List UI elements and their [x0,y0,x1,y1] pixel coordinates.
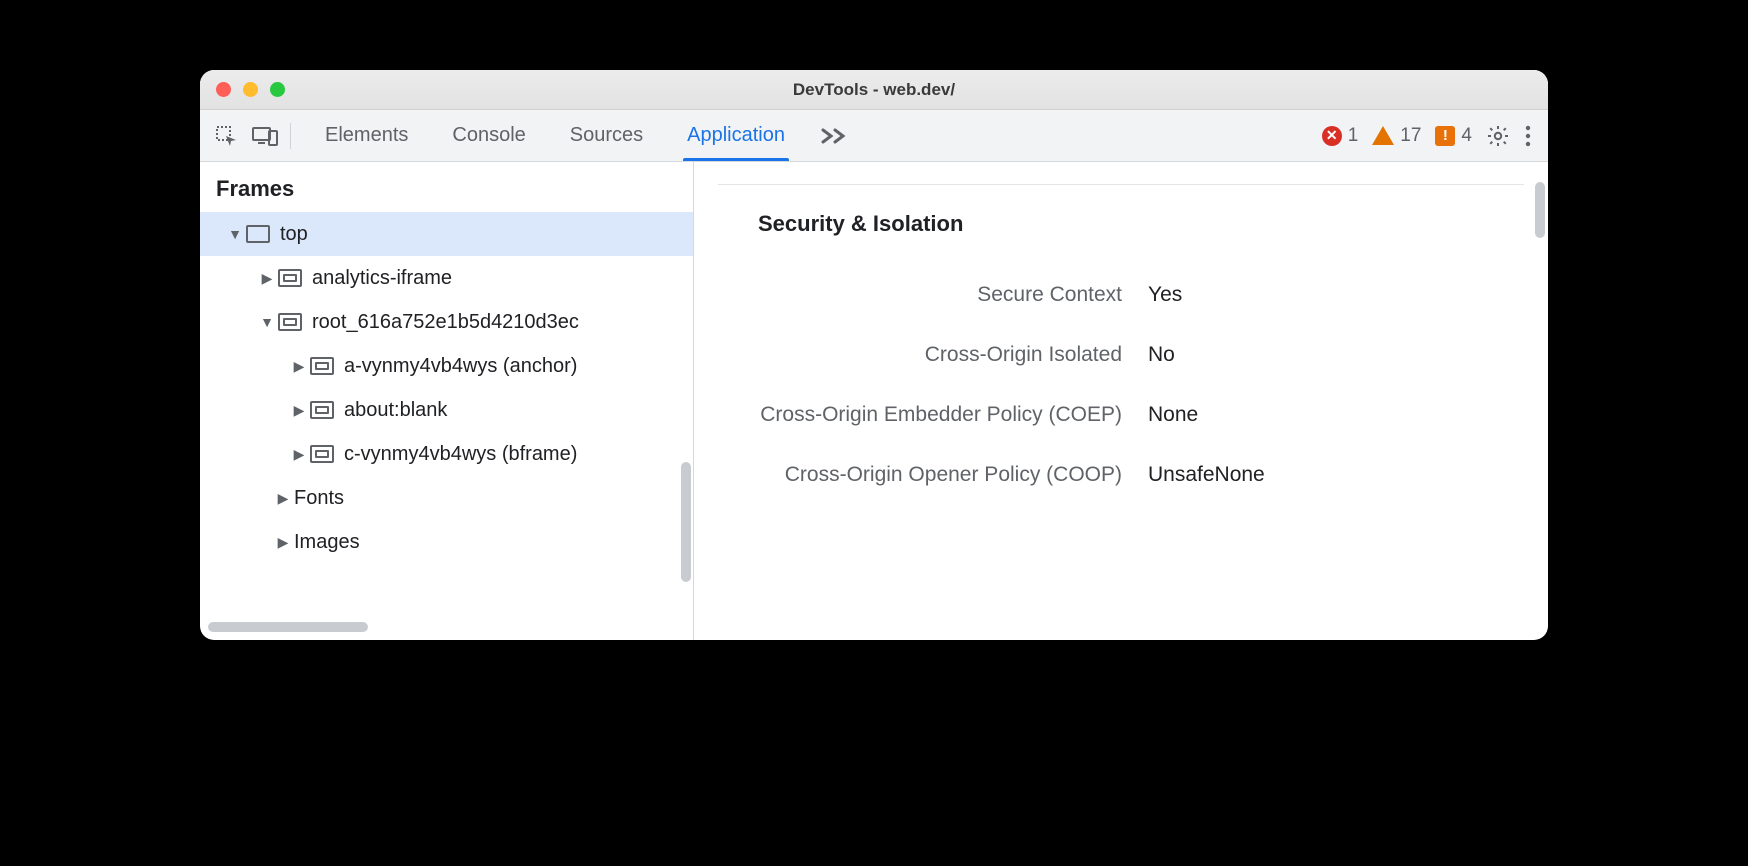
security-isolation-section: Security & Isolation Secure Context Yes … [718,184,1524,505]
frames-tree: ▼ top ▶ analytics-iframe ▼ root_616a752e… [200,212,693,618]
warning-icon [1372,126,1394,145]
detail-vertical-scrollbar[interactable] [1535,182,1545,238]
toolbar-divider [290,123,291,149]
chevron-right-icon[interactable]: ▶ [292,358,306,375]
row-value: No [1148,343,1175,367]
row-label: Secure Context [718,283,1148,307]
window-zoom-button[interactable] [270,82,285,97]
iframe-icon [310,401,334,419]
section-title: Security & Isolation [718,211,1524,237]
tree-label: a-vynmy4vb4wys (anchor) [344,355,577,378]
scrollbar-thumb[interactable] [208,622,368,632]
window-close-button[interactable] [216,82,231,97]
row-secure-context: Secure Context Yes [718,265,1524,325]
frames-sidebar: Frames ▼ top ▶ analytics-iframe ▼ root_6… [200,162,694,640]
devtools-window: DevTools - web.dev/ Elements Console [200,70,1548,640]
frame-icon [246,225,270,243]
row-label: Cross-Origin Isolated [718,343,1148,367]
chevron-right-icon[interactable]: ▶ [276,490,290,507]
detail-pane: Security & Isolation Secure Context Yes … [694,162,1548,640]
more-tabs-button[interactable] [807,110,859,161]
sidebar-horizontal-scrollbar[interactable] [208,622,685,634]
device-toggle-icon[interactable] [252,125,278,147]
iframe-icon [310,445,334,463]
iframe-icon [278,313,302,331]
tree-item-root[interactable]: ▼ root_616a752e1b5d4210d3ec [200,300,693,344]
chevron-down-icon[interactable]: ▼ [228,226,242,242]
sidebar-vertical-scrollbar[interactable] [681,462,691,582]
traffic-lights [200,82,285,97]
tree-item-fonts[interactable]: ▶ Fonts [200,476,693,520]
issues-icon: ! [1435,126,1455,146]
row-value: UnsafeNone [1148,463,1265,487]
issues-count-badge[interactable]: ! 4 [1435,125,1472,147]
chevron-right-icon[interactable]: ▶ [292,402,306,419]
chevron-right-icon[interactable]: ▶ [292,446,306,463]
iframe-icon [278,269,302,287]
main-panel: Frames ▼ top ▶ analytics-iframe ▼ root_6… [200,162,1548,640]
row-value: None [1148,403,1198,427]
row-label: Cross-Origin Opener Policy (COOP) [718,463,1148,487]
row-coep: Cross-Origin Embedder Policy (COEP) None [718,385,1524,445]
chevron-down-icon[interactable]: ▼ [260,314,274,330]
tree-item-analytics-iframe[interactable]: ▶ analytics-iframe [200,256,693,300]
row-cross-origin-isolated: Cross-Origin Isolated No [718,325,1524,385]
issues-count: 4 [1461,125,1472,147]
row-coop: Cross-Origin Opener Policy (COOP) Unsafe… [718,445,1524,505]
tree-label: about:blank [344,399,447,422]
tree-item-bframe[interactable]: ▶ c-vynmy4vb4wys (bframe) [200,432,693,476]
settings-icon[interactable] [1486,124,1510,148]
devtools-toolbar: Elements Console Sources Application ✕ 1… [200,110,1548,162]
error-count-badge[interactable]: ✕ 1 [1322,125,1359,147]
tree-label: analytics-iframe [312,267,452,290]
tree-label: top [280,223,308,246]
inspect-element-icon[interactable] [214,124,238,148]
devtools-tabs: Elements Console Sources Application [303,110,859,161]
tab-sources[interactable]: Sources [548,110,665,161]
window-title: DevTools - web.dev/ [200,80,1548,100]
tree-item-images[interactable]: ▶ Images [200,520,693,564]
tree-item-top[interactable]: ▼ top [200,212,693,256]
titlebar: DevTools - web.dev/ [200,70,1548,110]
tree-label: root_616a752e1b5d4210d3ec [312,311,579,334]
tab-elements[interactable]: Elements [303,110,430,161]
tab-console[interactable]: Console [430,110,547,161]
row-label: Cross-Origin Embedder Policy (COEP) [718,403,1148,427]
tree-item-anchor[interactable]: ▶ a-vynmy4vb4wys (anchor) [200,344,693,388]
chevron-right-icon[interactable]: ▶ [276,534,290,551]
chevron-right-icon[interactable]: ▶ [260,270,274,287]
tree-label: Fonts [294,487,344,510]
more-options-icon[interactable] [1524,124,1532,148]
row-value: Yes [1148,283,1182,307]
warning-count-badge[interactable]: 17 [1372,125,1421,147]
tree-item-about-blank[interactable]: ▶ about:blank [200,388,693,432]
error-count: 1 [1348,125,1359,147]
sidebar-heading: Frames [200,162,693,212]
tab-application[interactable]: Application [665,110,807,161]
error-icon: ✕ [1322,126,1342,146]
warning-count: 17 [1400,125,1421,147]
window-minimize-button[interactable] [243,82,258,97]
tree-label: c-vynmy4vb4wys (bframe) [344,443,577,466]
tree-label: Images [294,531,360,554]
iframe-icon [310,357,334,375]
